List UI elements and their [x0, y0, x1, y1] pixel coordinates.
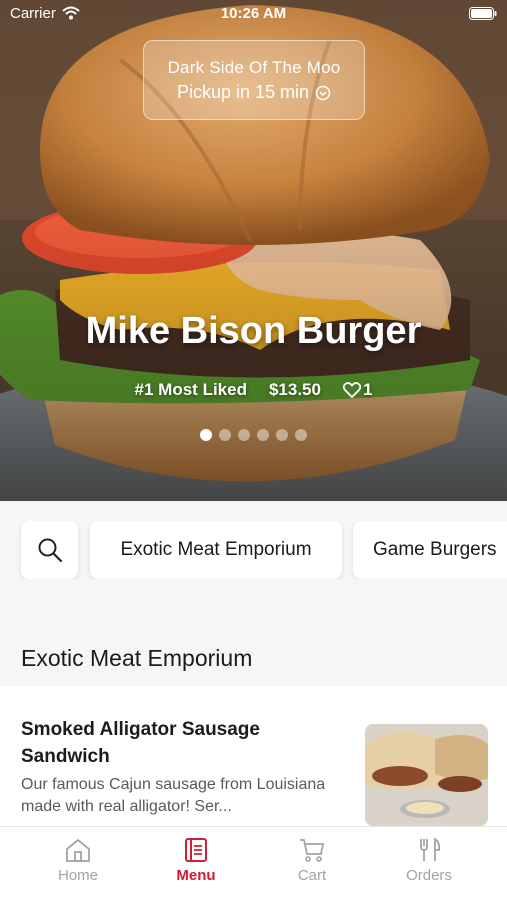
carousel-dot[interactable]	[200, 429, 212, 441]
section-title: Exotic Meat Emporium	[21, 645, 253, 671]
pickup-eta: Pickup in 15 min	[177, 82, 331, 103]
clock-time: 10:26 AM	[220, 5, 287, 22]
tab-home[interactable]: Home	[28, 837, 128, 884]
battery-icon	[469, 7, 497, 20]
tab-menu-label: Menu	[176, 867, 216, 884]
featured-item-title: Mike Bison Burger	[85, 310, 422, 352]
cart-icon	[300, 839, 325, 862]
tab-menu[interactable]: Menu	[146, 837, 246, 884]
home-icon	[66, 838, 90, 862]
featured-item-meta: #1 Most Liked $13.50 1	[0, 380, 507, 400]
carousel-dot[interactable]	[295, 429, 307, 441]
category-chip[interactable]: Game Burgers	[353, 521, 507, 579]
category-chip-row[interactable]: Exotic Meat Emporium Game Burgers	[0, 521, 507, 579]
hero-banner[interactable]: Carrier 10:26 AM Dark Side Of The Moo Pi…	[0, 0, 507, 501]
heart-icon	[342, 382, 361, 398]
search-icon	[38, 538, 62, 563]
menu-item-image	[365, 724, 488, 826]
menu-item-name: Smoked Alligator Sausage Sandwich	[21, 719, 260, 767]
menu-item-card[interactable]: Smoked Alligator Sausage Sandwich Our fa…	[0, 686, 507, 826]
like-count[interactable]: 1	[342, 380, 373, 400]
carousel-dot[interactable]	[276, 429, 288, 441]
status-bar: Carrier 10:26 AM	[0, 0, 507, 28]
like-count-value: 1	[362, 380, 373, 399]
carousel-dot[interactable]	[238, 429, 250, 441]
tab-cart-label: Cart	[297, 867, 327, 884]
tab-cart[interactable]: Cart	[262, 837, 362, 884]
featured-badge: #1 Most Liked	[134, 380, 247, 399]
category-chip[interactable]: Exotic Meat Emporium	[90, 521, 342, 579]
pickup-location-button[interactable]: Dark Side Of The Moo Pickup in 15 min	[143, 40, 365, 120]
tab-orders-label: Orders	[406, 867, 452, 884]
carousel-dot[interactable]	[257, 429, 269, 441]
carousel-dots[interactable]	[0, 429, 507, 441]
search-button[interactable]	[21, 521, 78, 579]
orders-icon	[420, 837, 441, 861]
bottom-tab-bar: Home Menu Cart Orders	[0, 826, 507, 900]
menu-item-description: Our famous Cajun sausage from Louisiana …	[21, 776, 326, 815]
featured-price: $13.50	[268, 380, 321, 399]
carousel-dot[interactable]	[219, 429, 231, 441]
menu-icon	[185, 838, 207, 862]
pickup-eta-label: Pickup in 15 min	[176, 82, 310, 102]
tab-home-label: Home	[57, 867, 98, 884]
tab-orders[interactable]: Orders	[379, 837, 479, 884]
store-name: Dark Side Of The Moo	[167, 58, 341, 77]
chevron-circle-icon	[315, 85, 331, 100]
